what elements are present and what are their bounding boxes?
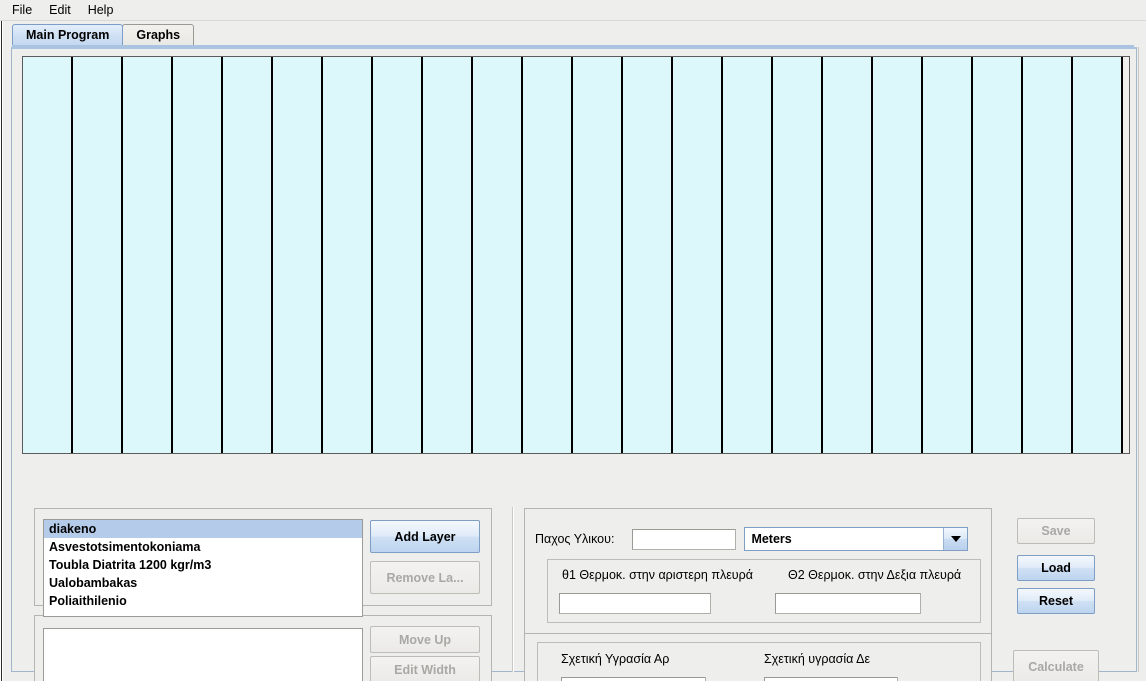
edit-width-button[interactable]: Edit Width <box>370 656 480 681</box>
wall-layer-column[interactable] <box>1023 57 1073 453</box>
wall-layer-column[interactable] <box>573 57 623 453</box>
units-combobox-value: Meters <box>751 532 792 546</box>
wall-layer-column[interactable] <box>273 57 323 453</box>
units-combobox[interactable]: Meters <box>744 527 969 551</box>
wall-layer-column[interactable] <box>73 57 123 453</box>
reset-button[interactable]: Reset <box>1017 588 1095 614</box>
wall-layer-column[interactable] <box>623 57 673 453</box>
move-up-button-label: Move Up <box>398 632 452 647</box>
save-button-label: Save <box>1041 524 1071 538</box>
layer-list[interactable]: diakeno Asvestotsimentokoniama Toubla Diat… <box>43 519 363 617</box>
window-left-edge <box>0 21 3 681</box>
wall-layer-column[interactable] <box>23 57 73 453</box>
canvas-empty-area <box>1123 57 1129 453</box>
secondary-list[interactable] <box>43 628 363 681</box>
wall-layer-column[interactable] <box>123 57 173 453</box>
menu-item-file[interactable]: File <box>6 1 41 19</box>
save-button[interactable]: Save <box>1017 518 1095 544</box>
wall-layer-diagram-columns <box>23 57 1129 453</box>
humidity-panel: Σχετική Υγρασία Αρ Σχετική υγρασία Δε <box>524 633 992 681</box>
tab-graphs-label: Graphs <box>136 28 181 42</box>
main-program-panel: diakeno Asvestotsimentokoniama Toubla Diat… <box>11 47 1137 681</box>
wall-layer-column[interactable] <box>923 57 973 453</box>
wall-layer-column[interactable] <box>773 57 823 453</box>
wall-layer-column[interactable] <box>673 57 723 453</box>
humidity-subpanel: Σχετική Υγρασία Αρ Σχετική υγρασία Δε <box>537 642 981 681</box>
layer-list-item[interactable]: diakeno <box>44 520 362 538</box>
calculate-button[interactable]: Calculate <box>1013 650 1099 681</box>
wall-layer-column[interactable] <box>373 57 423 453</box>
reset-button-label: Reset <box>1038 594 1074 608</box>
humidity-left-label: Σχετική Υγρασία Αρ <box>561 652 670 666</box>
wall-layer-diagram[interactable] <box>22 56 1130 454</box>
application-window: File Edit Help Main Program Graphs diake… <box>0 0 1146 681</box>
temperature-subpanel: θ1 Θερμοκ. στην αριστερη πλευρά Θ2 Θερμο… <box>547 559 981 623</box>
wall-layer-column[interactable] <box>323 57 373 453</box>
temperature-left-input[interactable] <box>559 593 711 614</box>
wall-layer-column[interactable] <box>523 57 573 453</box>
tab-bar: Main Program Graphs <box>0 21 1146 47</box>
menu-item-edit[interactable]: Edit <box>43 1 80 19</box>
humidity-right-label: Σχετική υγρασία Δε <box>764 652 871 666</box>
layer-list-item[interactable]: Ualobambakas <box>44 574 362 592</box>
load-button-label: Load <box>1041 561 1071 575</box>
wall-layer-column[interactable] <box>1073 57 1123 453</box>
add-layer-button-label: Add Layer <box>394 529 456 544</box>
menu-bar: File Edit Help <box>0 0 1146 21</box>
controls-region: diakeno Asvestotsimentokoniama Toubla Diat… <box>12 460 1136 681</box>
panel-separator <box>512 507 514 672</box>
thickness-row: Παχος Υλικου: Meters <box>535 527 981 551</box>
wall-layer-column[interactable] <box>223 57 273 453</box>
wall-layer-column[interactable] <box>423 57 473 453</box>
wall-layer-column[interactable] <box>473 57 523 453</box>
tab-graphs[interactable]: Graphs <box>122 24 195 45</box>
wall-layer-column[interactable] <box>723 57 773 453</box>
move-up-button[interactable]: Move Up <box>370 626 480 653</box>
thickness-input[interactable] <box>632 528 737 550</box>
thickness-label: Παχος Υλικου: <box>535 532 615 546</box>
temperature-left-label: θ1 Θερμοκ. στην αριστερη πλευρά <box>562 568 753 582</box>
layer-list-item[interactable]: Poliaithilenio <box>44 592 362 610</box>
wall-layer-column[interactable] <box>973 57 1023 453</box>
add-layer-button[interactable]: Add Layer <box>370 520 480 553</box>
remove-layer-button[interactable]: Remove La... <box>370 561 480 594</box>
humidity-left-input[interactable] <box>561 677 706 681</box>
temperature-right-input[interactable] <box>775 593 921 614</box>
temperature-right-label: Θ2 Θερμοκ. στην Δεξια πλευρά <box>788 568 962 582</box>
humidity-right-input[interactable] <box>764 677 898 681</box>
edit-width-button-label: Edit Width <box>394 662 456 677</box>
calculate-button-label: Calculate <box>1028 659 1084 674</box>
layer-list-item[interactable]: Asvestotsimentokoniama <box>44 538 362 556</box>
tab-main-program[interactable]: Main Program <box>12 24 124 45</box>
wall-layer-column[interactable] <box>873 57 923 453</box>
remove-layer-button-label: Remove La... <box>386 570 464 585</box>
wall-layer-column[interactable] <box>173 57 223 453</box>
layer-list-item[interactable]: Toubla Diatrita 1200 kgr/m3 <box>44 556 362 574</box>
tab-main-program-label: Main Program <box>26 28 110 42</box>
load-button[interactable]: Load <box>1017 555 1095 581</box>
wall-layer-column[interactable] <box>823 57 873 453</box>
chevron-down-icon[interactable] <box>943 528 968 550</box>
vertical-scrollbar[interactable] <box>1138 47 1146 672</box>
menu-item-help[interactable]: Help <box>82 1 123 19</box>
